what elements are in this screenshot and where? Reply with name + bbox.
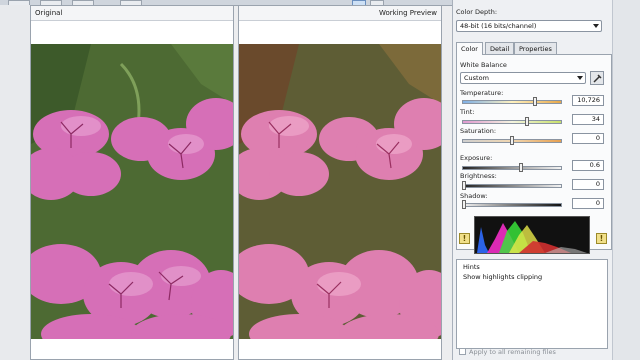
exposure-value[interactable]: 0.6 — [572, 160, 604, 171]
hints-box: Hints Show highlights clipping — [456, 259, 608, 349]
working-preview-title: Working Preview — [239, 6, 441, 21]
saturation-thumb[interactable] — [510, 136, 514, 145]
white-balance-label: White Balance — [460, 61, 507, 69]
hints-item: Show highlights clipping — [463, 273, 543, 281]
saturation-value[interactable]: 0 — [572, 133, 604, 144]
tint-value[interactable]: 34 — [572, 114, 604, 125]
chevron-down-icon — [593, 24, 599, 28]
temperature-value[interactable]: 10,726 — [572, 95, 604, 106]
original-photo — [31, 44, 233, 339]
highlight-clipping-warning-icon[interactable]: ! — [596, 233, 607, 244]
flower-image-preview — [239, 44, 441, 339]
eyedropper-button[interactable] — [590, 71, 604, 85]
temperature-slider[interactable] — [462, 100, 562, 104]
histogram-graph — [477, 221, 587, 253]
tint-thumb[interactable] — [525, 117, 530, 126]
left-edge — [0, 5, 30, 360]
shadow-thumb[interactable] — [462, 200, 466, 209]
original-title: Original — [31, 6, 233, 21]
apply-all-label: Apply to all remaining files — [469, 348, 556, 356]
temperature-thumb[interactable] — [533, 97, 538, 106]
exposure-label: Exposure: — [460, 154, 493, 162]
shadow-label: Shadow: — [460, 192, 488, 200]
white-balance-select[interactable]: Custom — [460, 72, 586, 84]
color-depth-select[interactable]: 48-bit (16 bits/channel) — [456, 20, 602, 32]
eyedropper-icon — [593, 74, 602, 83]
exposure-slider[interactable] — [462, 166, 562, 170]
apply-all-checkbox[interactable] — [459, 348, 466, 355]
brightness-slider[interactable] — [462, 184, 562, 188]
shadow-clipping-warning-icon[interactable]: ! — [459, 233, 470, 244]
saturation-label: Saturation: — [460, 127, 497, 135]
right-edge — [612, 0, 640, 360]
color-depth-value: 48-bit (16 bits/channel) — [460, 22, 537, 30]
tab-properties[interactable]: Properties — [514, 42, 557, 54]
exposure-thumb[interactable] — [518, 163, 523, 172]
white-balance-value: Custom — [464, 74, 489, 82]
temperature-label: Temperature: — [460, 89, 504, 97]
tab-color[interactable]: Color — [456, 42, 483, 55]
tint-slider[interactable] — [462, 120, 562, 124]
flower-image — [31, 44, 233, 339]
brightness-value[interactable]: 0 — [572, 179, 604, 190]
histogram — [474, 216, 590, 254]
hints-title: Hints — [463, 263, 480, 271]
color-depth-label: Color Depth: — [456, 8, 498, 16]
shadow-value[interactable]: 0 — [572, 198, 604, 209]
chevron-down-icon — [577, 76, 583, 80]
brightness-label: Brightness: — [460, 172, 497, 180]
tab-detail[interactable]: Detail — [485, 42, 515, 54]
original-pane: Original — [30, 5, 234, 360]
shadow-slider[interactable] — [462, 203, 562, 207]
tint-label: Tint: — [460, 108, 475, 116]
working-preview-pane: Working Preview — [238, 5, 442, 360]
brightness-thumb[interactable] — [462, 181, 466, 190]
working-photo — [239, 44, 441, 339]
